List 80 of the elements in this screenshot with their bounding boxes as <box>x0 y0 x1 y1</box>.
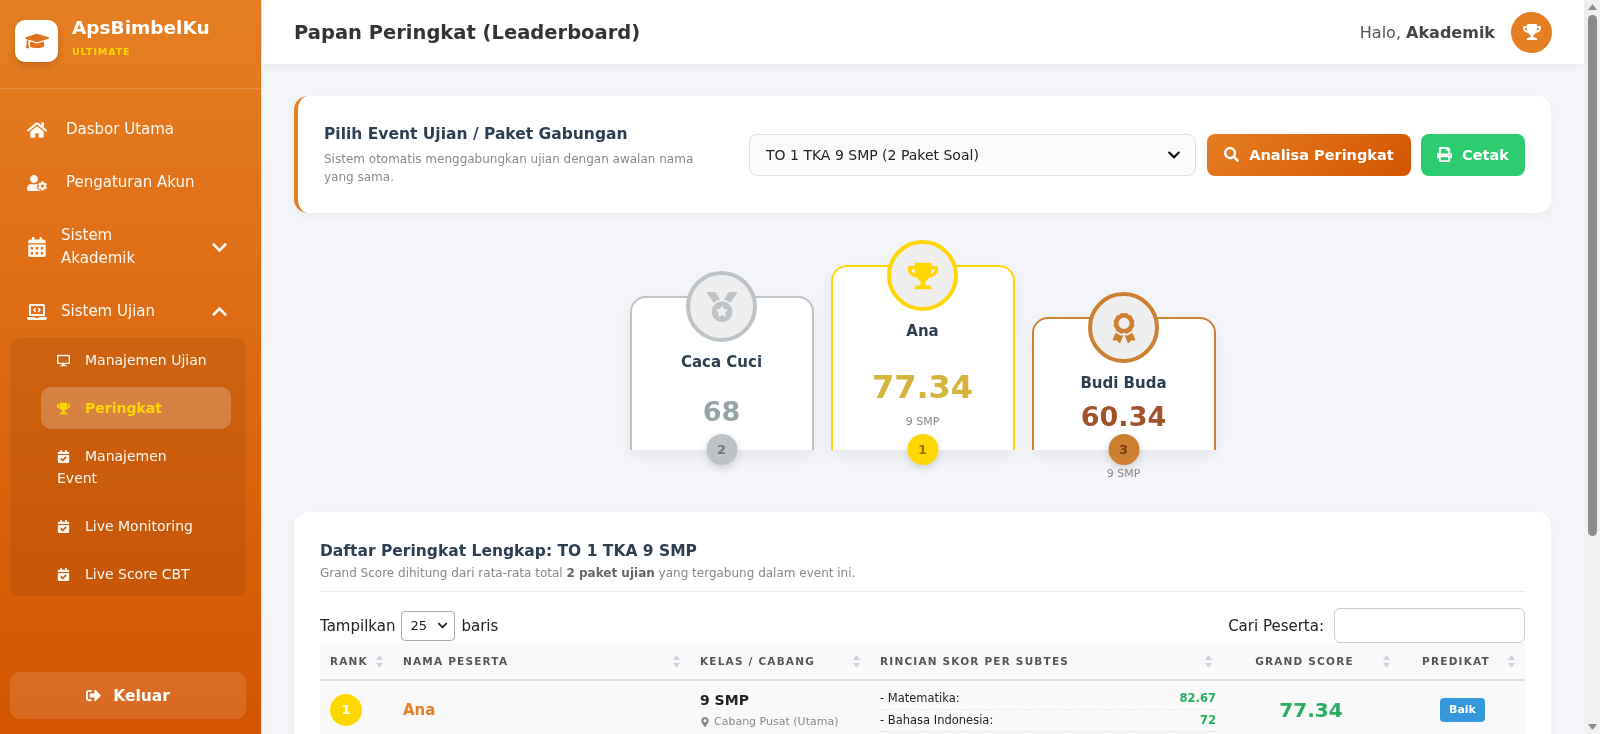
show-label: Tampilkan <box>320 616 396 635</box>
subtest-score: 82.67 <box>1179 690 1216 705</box>
home-icon <box>27 119 47 140</box>
leaderboard-title: Daftar Peringkat Lengkap: TO 1 TKA 9 SMP <box>320 541 698 562</box>
trophy-icon <box>57 402 70 415</box>
submenu-item[interactable]: Manajemen Event <box>41 435 231 499</box>
winner-name: Ana <box>906 321 939 341</box>
event-select[interactable]: TO 1 TKA 9 SMP (2 Paket Soal) <box>749 133 1196 176</box>
scroll-up-icon[interactable] <box>1587 4 1597 10</box>
winner-class: 9 SMP <box>905 415 940 430</box>
subtest-name: - Bahasa Indonesia: <box>880 713 994 728</box>
winner-score: 68 <box>702 396 741 429</box>
sidebar-item[interactable]: Dasbor Utama <box>0 103 261 156</box>
subtest-name: - Matematika: <box>880 690 960 705</box>
printer-icon <box>1437 147 1453 162</box>
column-header[interactable]: RANK <box>320 643 393 680</box>
branch-label: Cabang Pusat (Utama) <box>714 713 839 730</box>
brand-name: ApsBimbelKu <box>72 17 210 39</box>
table-row[interactable]: 1 Ana 9 SMP Cabang Pusat (Utama) - Matematika: 82.67 - Bahasa Indonesia: 72 77.34 Baik <box>320 680 1525 734</box>
predicate-badge: Baik <box>1440 697 1485 722</box>
participant-name[interactable]: Ana <box>403 701 436 719</box>
filter-description: Sistem otomatis menggabungkan ujian dengan awalan nama yang sama. <box>324 150 695 186</box>
analyze-button[interactable]: Analisa Peringkat <box>1207 133 1411 176</box>
leaderboard-subtitle: Grand Score dihitung dari rata-rata total 2 paket ujian yang tergabung dalam event ini. <box>320 565 857 582</box>
submenu-item[interactable]: Live Score CBT <box>41 553 231 595</box>
calendar-icon <box>27 237 47 257</box>
sort-icon[interactable] <box>1383 654 1390 668</box>
calendar-check-icon <box>57 568 70 581</box>
column-header[interactable]: PREDIKAT <box>1400 643 1525 680</box>
subtest-score: 72 <box>1200 713 1216 728</box>
rank-badge: 1 <box>330 693 362 726</box>
chevron-down-icon <box>437 620 449 631</box>
filter-title: Pilih Event Ujian / Paket Gabungan <box>324 123 629 144</box>
column-header[interactable]: KELAS / CABANG <box>690 643 870 680</box>
map-pin-icon <box>700 716 710 727</box>
column-header[interactable]: RINCIAN SKOR PER SUBTES <box>870 643 1222 680</box>
winner-score: 60.34 <box>1080 401 1167 434</box>
rows-label: baris <box>461 616 499 635</box>
sidebar-item[interactable]: Sistem Ujian <box>0 285 261 338</box>
scrollbar[interactable] <box>1584 0 1600 734</box>
logout-button[interactable]: Keluar <box>10 672 246 719</box>
grand-score: 77.34 <box>1279 697 1343 722</box>
sign-out-icon <box>86 688 102 703</box>
calendar-check-icon <box>57 450 70 463</box>
rank-badge: 2 <box>706 434 737 465</box>
class-label: 9 SMP <box>700 690 750 710</box>
submenu-item[interactable]: Live Monitoring <box>41 505 231 547</box>
print-button[interactable]: Cetak <box>1421 133 1525 176</box>
column-header[interactable]: NAMA PESERTA <box>393 643 690 680</box>
sidebar-item[interactable]: Sistem Akademik <box>0 209 261 285</box>
rank-badge: 3 <box>1108 434 1139 465</box>
winner-name: Budi Buda <box>1080 373 1167 393</box>
search-icon <box>1224 147 1240 162</box>
search-label: Cari Peserta: <box>1228 616 1324 635</box>
sort-icon[interactable] <box>853 654 860 668</box>
column-header[interactable]: GRAND SCORE <box>1222 643 1400 680</box>
calendar-check-icon <box>57 520 70 533</box>
laptop-code-icon <box>27 301 47 322</box>
submenu-item[interactable]: Manajemen Ujian <box>41 339 231 381</box>
search-field[interactable] <box>1334 608 1525 643</box>
graduation-cap-icon <box>15 20 58 62</box>
monitor-icon <box>57 354 70 367</box>
sort-icon[interactable] <box>376 654 383 668</box>
trophy-icon[interactable] <box>1511 11 1552 53</box>
winner-score: 77.34 <box>871 368 974 407</box>
winner-class: 9 SMP <box>1106 467 1141 482</box>
user-gear-icon <box>27 172 47 193</box>
page-length-select[interactable]: 25 <box>401 610 456 641</box>
sort-icon[interactable] <box>1508 654 1515 668</box>
sidebar-item[interactable]: Pengaturan Akun <box>0 156 261 209</box>
page-title: Papan Peringkat (Leaderboard) <box>294 20 641 44</box>
winner-name: Caca Cuci <box>680 352 763 372</box>
submenu-item[interactable]: Peringkat <box>41 387 231 429</box>
greeting-text: Halo, Akademik <box>1359 22 1495 42</box>
sort-icon[interactable] <box>673 654 680 668</box>
scroll-down-icon[interactable] <box>1587 724 1597 730</box>
scrollbar-thumb[interactable] <box>1587 15 1597 536</box>
rank-badge: 1 <box>907 434 938 465</box>
edition-label: ULTIMATE <box>72 46 131 58</box>
sort-icon[interactable] <box>1205 654 1212 668</box>
